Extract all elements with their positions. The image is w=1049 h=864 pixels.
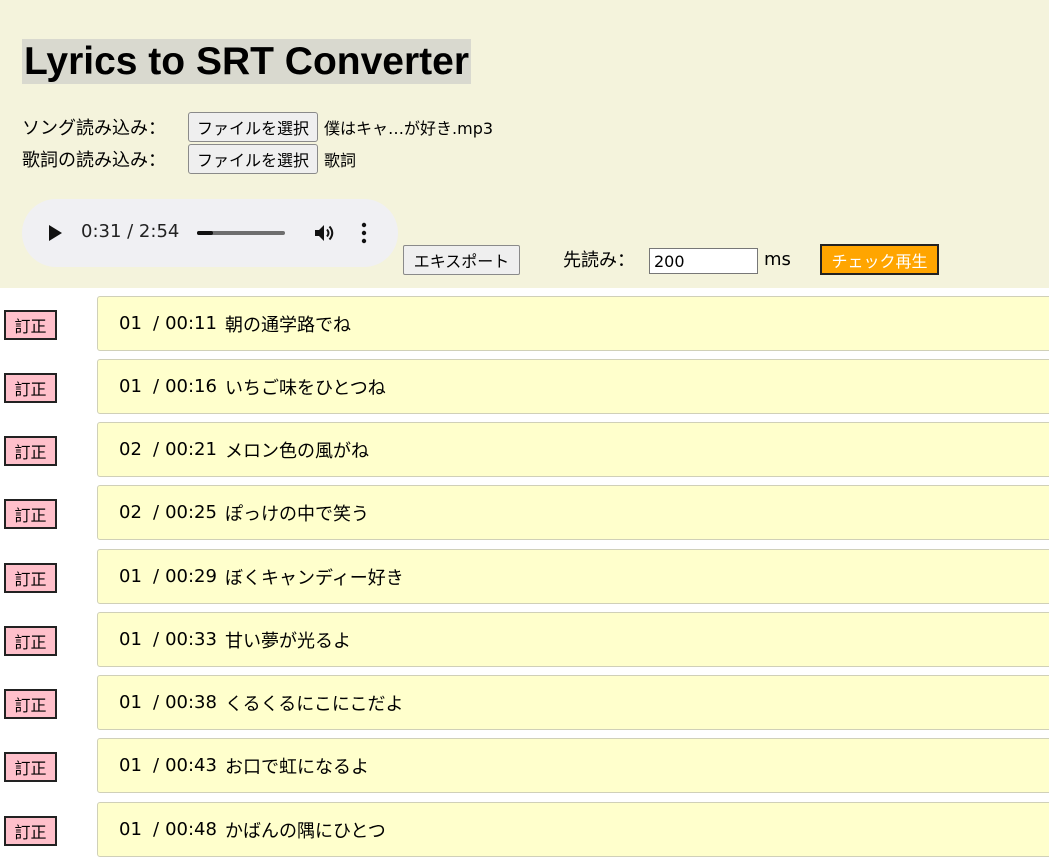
lyric-count: 01 bbox=[119, 755, 142, 776]
lyrics-file-name: 歌詞 bbox=[324, 151, 357, 170]
lyric-timestamp: 00:11 bbox=[165, 313, 217, 334]
lyric-count: 02 bbox=[119, 439, 142, 460]
header-area: Lyrics to SRT Converter ソング読み込み： ファイルを選択… bbox=[0, 0, 1049, 288]
lyric-text: かばんの隅にひとつ bbox=[224, 820, 386, 842]
lyric-line[interactable]: 01 / 00:33 甘い夢が光るよ bbox=[97, 612, 1049, 667]
lyric-count: 01 bbox=[119, 819, 142, 840]
lyric-text: くるくるにこにこだよ bbox=[224, 693, 404, 715]
lyric-row: 訂正 01 / 00:38 くるくるにこにこだよ bbox=[0, 675, 1049, 732]
preread-label: 先読み： bbox=[563, 250, 635, 271]
lyric-line[interactable]: 01 / 00:29 ぼくキャンディー好き bbox=[97, 549, 1049, 604]
lyric-text: ぽっけの中で笑う bbox=[224, 503, 369, 525]
lyric-row: 訂正 02 / 00:21 メロン色の風がね bbox=[0, 422, 1049, 479]
lyric-line[interactable]: 01 / 00:11 朝の通学路でね bbox=[97, 296, 1049, 351]
lyric-count: 01 bbox=[119, 692, 142, 713]
lyric-count: 01 bbox=[119, 629, 142, 650]
lyric-timestamp: 00:38 bbox=[165, 692, 217, 713]
fix-button[interactable]: 訂正 bbox=[4, 689, 57, 719]
lyric-text: メロン色の風がね bbox=[224, 440, 369, 462]
fix-button[interactable]: 訂正 bbox=[4, 310, 57, 340]
lyric-separator: / bbox=[153, 629, 160, 650]
lyric-row: 訂正 01 / 00:43 お口で虹になるよ bbox=[0, 738, 1049, 795]
lyric-timestamp: 00:16 bbox=[165, 376, 217, 397]
lyric-line[interactable]: 02 / 00:21 メロン色の風がね bbox=[97, 422, 1049, 477]
lyric-text: いちご味をひとつね bbox=[224, 377, 386, 399]
lyric-count: 01 bbox=[119, 566, 142, 587]
lyric-text: お口で虹になるよ bbox=[224, 756, 369, 778]
preread-unit: ms bbox=[764, 249, 791, 270]
lyric-line[interactable]: 01 / 00:16 いちご味をひとつね bbox=[97, 359, 1049, 414]
lyric-row: 訂正 01 / 00:33 甘い夢が光るよ bbox=[0, 612, 1049, 669]
lyric-separator: / bbox=[153, 755, 160, 776]
preread-input[interactable]: 200 bbox=[649, 248, 758, 274]
lyric-line[interactable]: 02 / 00:25 ぽっけの中で笑う bbox=[97, 485, 1049, 540]
progress-fill bbox=[197, 231, 213, 235]
lyric-row: 訂正 02 / 00:25 ぽっけの中で笑う bbox=[0, 485, 1049, 542]
export-button[interactable]: エキスポート bbox=[403, 245, 520, 275]
lyric-timestamp: 00:21 bbox=[165, 439, 217, 460]
lyric-separator: / bbox=[153, 439, 160, 460]
lyric-row: 訂正 01 / 00:16 いちご味をひとつね bbox=[0, 359, 1049, 416]
lyric-separator: / bbox=[153, 376, 160, 397]
lyrics-loader-row: 歌詞の読み込み： ファイルを選択 歌詞 bbox=[22, 144, 356, 174]
page-title: Lyrics to SRT Converter bbox=[22, 39, 471, 84]
lyric-timestamp: 00:48 bbox=[165, 819, 217, 840]
song-loader-label: ソング読み込み： bbox=[22, 118, 166, 139]
lyric-text: 甘い夢が光るよ bbox=[224, 630, 351, 652]
more-options-icon[interactable] bbox=[360, 222, 368, 244]
lyric-count: 01 bbox=[119, 376, 142, 397]
lyric-separator: / bbox=[153, 819, 160, 840]
fix-button[interactable]: 訂正 bbox=[4, 752, 57, 782]
lyric-separator: / bbox=[153, 566, 160, 587]
lyric-timestamp: 00:43 bbox=[165, 755, 217, 776]
audio-player[interactable]: 0:31 / 2:54 bbox=[22, 199, 398, 267]
fix-button[interactable]: 訂正 bbox=[4, 626, 57, 656]
lyric-row: 訂正 01 / 00:48 かばんの隅にひとつ bbox=[0, 802, 1049, 859]
lyric-line[interactable]: 01 / 00:48 かばんの隅にひとつ bbox=[97, 802, 1049, 857]
lyric-count: 02 bbox=[119, 502, 142, 523]
lyric-row: 訂正 01 / 00:11 朝の通学路でね bbox=[0, 296, 1049, 353]
lyric-timestamp: 00:33 bbox=[165, 629, 217, 650]
play-icon[interactable] bbox=[49, 225, 62, 241]
lyric-line[interactable]: 01 / 00:43 お口で虹になるよ bbox=[97, 738, 1049, 793]
song-file-name: 僕はキャ…が好き.mp3 bbox=[324, 119, 494, 138]
volume-icon[interactable] bbox=[314, 223, 336, 243]
song-loader-row: ソング読み込み： ファイルを選択 僕はキャ…が好き.mp3 bbox=[22, 112, 493, 142]
lyric-line[interactable]: 01 / 00:38 くるくるにこにこだよ bbox=[97, 675, 1049, 730]
fix-button[interactable]: 訂正 bbox=[4, 499, 57, 529]
fix-button[interactable]: 訂正 bbox=[4, 563, 57, 593]
progress-slider[interactable] bbox=[197, 231, 285, 235]
lyric-separator: / bbox=[153, 313, 160, 334]
lyric-timestamp: 00:25 bbox=[165, 502, 217, 523]
song-file-button[interactable]: ファイルを選択 bbox=[188, 112, 319, 142]
lyric-text: 朝の通学路でね bbox=[224, 314, 351, 336]
lyric-row: 訂正 01 / 00:29 ぼくキャンディー好き bbox=[0, 549, 1049, 606]
fix-button[interactable]: 訂正 bbox=[4, 373, 57, 403]
fix-button[interactable]: 訂正 bbox=[4, 436, 57, 466]
time-display: 0:31 / 2:54 bbox=[81, 221, 180, 242]
check-play-button[interactable]: チェック再生 bbox=[820, 244, 939, 275]
lyrics-loader-label: 歌詞の読み込み： bbox=[22, 150, 166, 171]
lyric-timestamp: 00:29 bbox=[165, 566, 217, 587]
lyric-text: ぼくキャンディー好き bbox=[224, 567, 404, 589]
lyric-separator: / bbox=[153, 502, 160, 523]
lyric-separator: / bbox=[153, 692, 160, 713]
lyrics-file-button[interactable]: ファイルを選択 bbox=[188, 144, 319, 174]
fix-button[interactable]: 訂正 bbox=[4, 816, 57, 846]
lyric-count: 01 bbox=[119, 313, 142, 334]
